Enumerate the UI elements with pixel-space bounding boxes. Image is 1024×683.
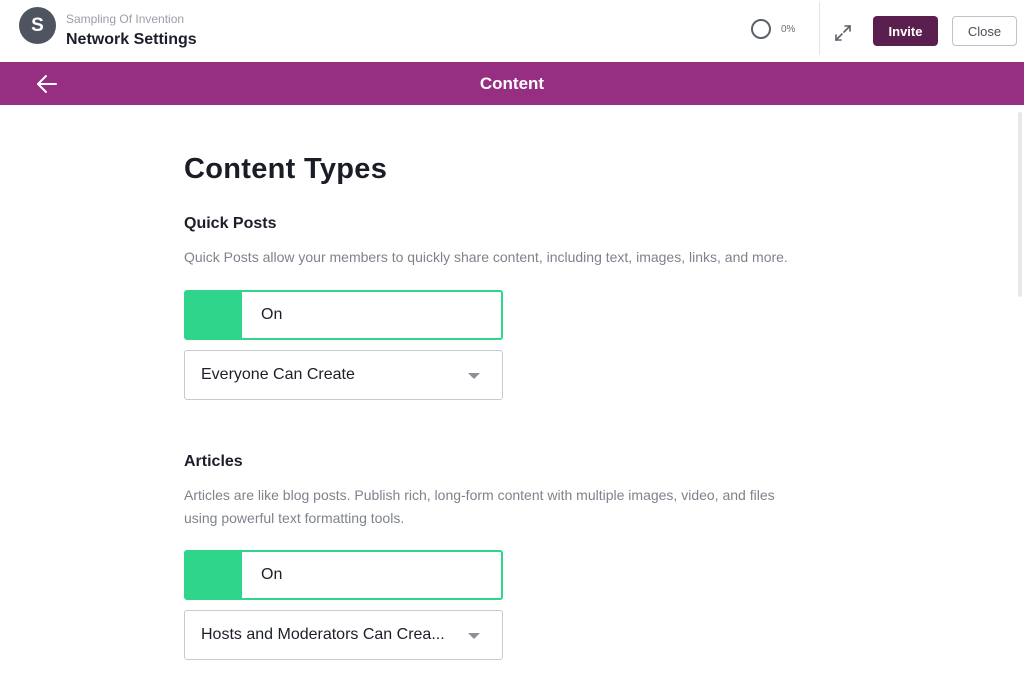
articles-description: Articles are like blog posts. Publish ri…	[184, 484, 844, 530]
toggle-label: On	[261, 306, 283, 323]
invite-button[interactable]: Invite	[873, 16, 938, 46]
chevron-down-icon	[468, 373, 480, 379]
select-value: Hosts and Moderators Can Crea...	[201, 626, 445, 643]
articles-description-line-1: Articles are like blog posts. Publish ri…	[184, 487, 775, 503]
quick-posts-toggle[interactable]: On	[184, 290, 503, 340]
network-name: Sampling Of Invention	[66, 12, 185, 26]
scrollbar[interactable]	[1018, 112, 1022, 297]
quick-posts-description: Quick Posts allow your members to quickl…	[184, 249, 788, 265]
section-title: Content	[479, 74, 545, 93]
page-title: Network Settings	[66, 31, 197, 48]
section-header: Content	[0, 62, 1024, 105]
quick-posts-permission-select[interactable]: Everyone Can Create	[184, 350, 503, 400]
header-divider	[819, 2, 820, 55]
expand-icon[interactable]	[833, 23, 853, 43]
content-types-heading: Content Types	[184, 153, 388, 185]
back-arrow-icon[interactable]	[36, 74, 58, 94]
select-value: Everyone Can Create	[201, 366, 355, 383]
toggle-knob	[186, 292, 242, 338]
progress-ring-icon	[751, 19, 771, 39]
chevron-down-icon	[468, 633, 480, 639]
articles-permission-select[interactable]: Hosts and Moderators Can Crea...	[184, 610, 503, 660]
articles-toggle[interactable]: On	[184, 550, 503, 600]
toggle-knob	[186, 552, 242, 598]
toggle-label: On	[261, 566, 283, 583]
close-button[interactable]: Close	[952, 16, 1017, 46]
articles-title: Articles	[184, 453, 243, 470]
progress-percentage: 0%	[781, 24, 796, 35]
network-avatar[interactable]: S	[19, 7, 56, 44]
articles-description-line-2: using powerful text formatting tools.	[184, 510, 405, 526]
quick-posts-title: Quick Posts	[184, 215, 277, 232]
top-bar: S Sampling Of Invention Network Settings…	[0, 0, 1024, 63]
